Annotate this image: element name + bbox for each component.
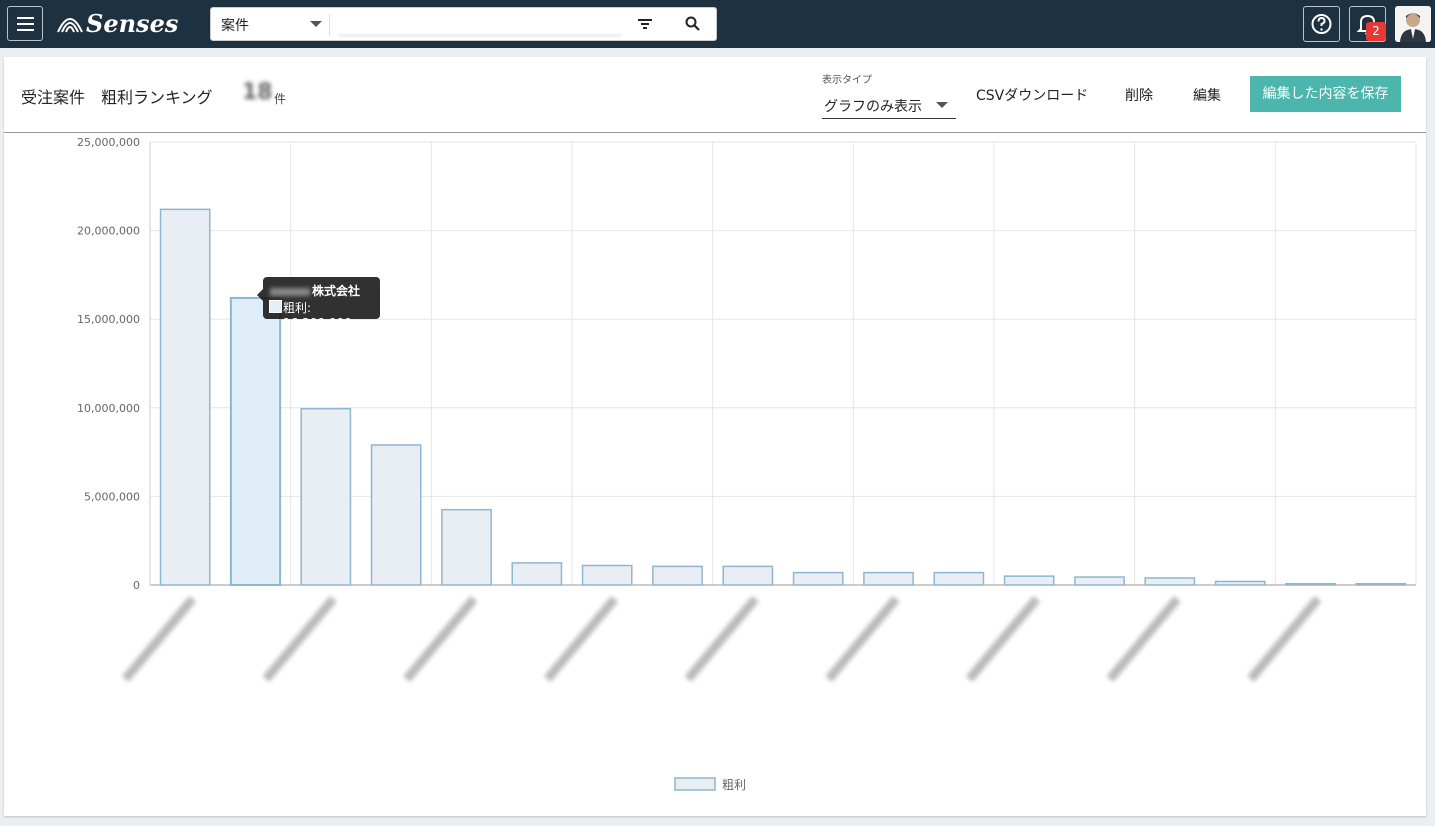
bar xyxy=(1214,580,1266,586)
bar xyxy=(722,565,774,586)
x-tick-label xyxy=(1247,596,1321,682)
user-avatar[interactable] xyxy=(1395,6,1431,42)
x-tick-label xyxy=(825,596,899,682)
hamburger-menu-button[interactable] xyxy=(7,6,43,41)
legend-swatch xyxy=(674,777,716,791)
y-tick-label: 25,000,000 xyxy=(77,136,140,149)
x-tick-label xyxy=(122,596,196,682)
avatar-icon xyxy=(1395,6,1431,42)
filter-icon[interactable] xyxy=(637,17,653,31)
y-tick-label: 5,000,000 xyxy=(84,490,140,503)
bar xyxy=(441,508,492,586)
tooltip-value: 粗利: 16,200,000 xyxy=(283,301,352,330)
y-tick-label: 15,000,000 xyxy=(77,313,140,326)
app-logo[interactable]: Senses xyxy=(56,8,178,38)
x-tick-label xyxy=(544,596,618,682)
y-tick-label: 20,000,000 xyxy=(77,225,140,238)
app-name: Senses xyxy=(86,8,179,38)
menu-icon xyxy=(17,23,34,25)
y-tick-label: 10,000,000 xyxy=(77,402,140,415)
help-button[interactable] xyxy=(1303,6,1340,42)
help-icon xyxy=(1311,14,1332,34)
bar xyxy=(300,407,352,586)
chevron-down-icon[interactable] xyxy=(310,21,322,27)
gross-profit-bar-chart: 25,000,000 20,000,000 15,000,000 10,000,000… xyxy=(77,136,1417,792)
report-panel: 受注案件 粗利ランキング 18 件 表示タイプ グラフのみ表示 CSVダウンロード… xyxy=(4,57,1426,816)
bar xyxy=(1355,583,1407,586)
legend-label: 粗利 xyxy=(722,778,746,792)
tooltip-title: 株式会社 xyxy=(270,282,360,299)
bar xyxy=(792,571,844,586)
global-search-bar: 案件 xyxy=(210,7,717,41)
notification-badge: 2 xyxy=(1366,22,1386,41)
logo-icon xyxy=(57,18,83,33)
search-input[interactable] xyxy=(339,13,621,36)
search-icon[interactable] xyxy=(685,16,701,32)
x-tick-label xyxy=(403,596,477,682)
chart-tooltip: 株式会社 粗利: 16,200,000 xyxy=(257,277,380,330)
menu-icon xyxy=(17,17,34,19)
search-divider xyxy=(329,14,330,36)
bar xyxy=(652,565,703,586)
bar xyxy=(933,571,985,586)
bar xyxy=(1074,576,1125,586)
top-navigation-bar: Senses 案件 2 xyxy=(0,0,1435,48)
tooltip-swatch xyxy=(269,300,282,313)
bar xyxy=(863,571,914,586)
bar xyxy=(1144,577,1196,586)
search-scope-select[interactable]: 案件 xyxy=(221,15,249,35)
tooltip-title-suffix: 株式会社 xyxy=(312,284,361,298)
bar xyxy=(159,208,211,586)
x-tick-label xyxy=(685,596,759,682)
x-tick-label xyxy=(966,596,1040,682)
y-tick-label: 0 xyxy=(133,579,140,592)
bar xyxy=(229,296,282,586)
bar xyxy=(1285,583,1336,586)
tooltip-blurred-name xyxy=(270,287,310,296)
x-tick-label xyxy=(263,596,337,682)
menu-icon xyxy=(17,29,34,31)
bar xyxy=(1003,575,1055,586)
x-tick-label xyxy=(1107,596,1181,682)
bar xyxy=(511,562,563,586)
bar xyxy=(581,564,633,586)
bar xyxy=(370,444,422,586)
